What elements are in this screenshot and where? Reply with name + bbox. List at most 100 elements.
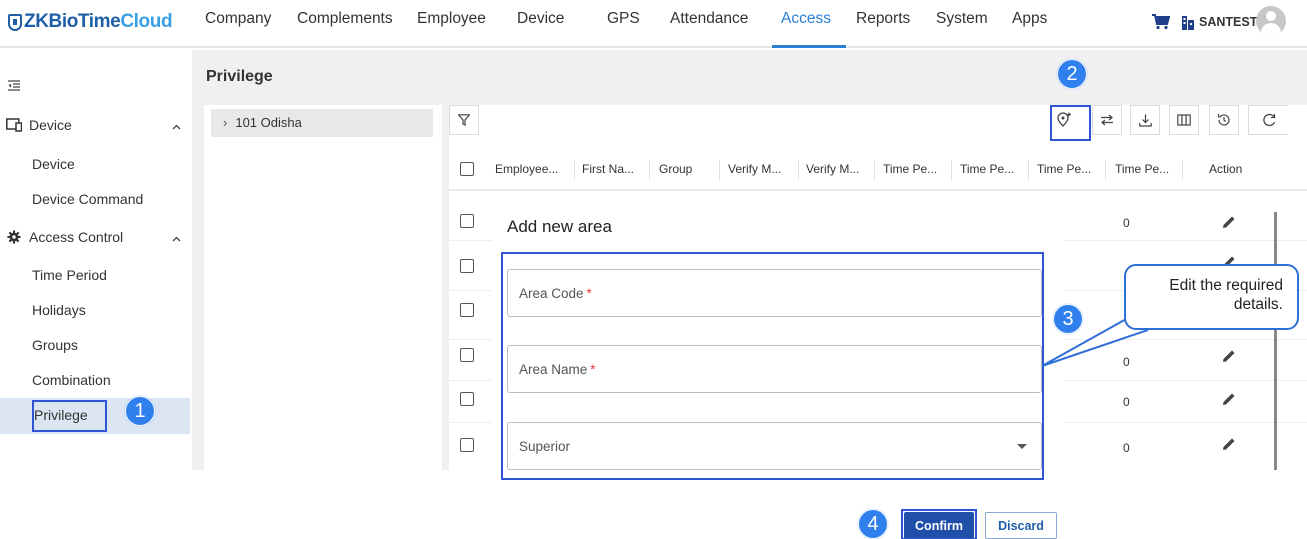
column-header[interactable]: Time Pe...	[960, 162, 1014, 176]
callout-box: Edit the required details.	[1124, 264, 1299, 330]
row-checkbox[interactable]	[460, 259, 474, 273]
nav-employee[interactable]: Employee	[417, 10, 486, 28]
device-icon	[6, 118, 22, 132]
organization-icon	[1182, 16, 1194, 30]
history-button[interactable]	[1209, 105, 1239, 135]
page-title: Privilege	[206, 68, 273, 85]
column-separator	[719, 160, 720, 180]
select-all-checkbox[interactable]	[460, 162, 474, 176]
download-icon	[1138, 114, 1152, 127]
column-header[interactable]: Time Pe...	[883, 162, 937, 176]
logo-text-main: ZKBioTime	[24, 11, 121, 32]
column-separator	[1105, 160, 1106, 180]
nav-company[interactable]: Company	[205, 10, 271, 28]
column-separator	[951, 160, 952, 180]
logo-shield-icon	[8, 13, 22, 31]
sidebar-item-holidays[interactable]: Holidays	[32, 302, 86, 318]
highlight-add-area	[1050, 105, 1091, 141]
cart-icon[interactable]	[1152, 14, 1170, 30]
time-period-cell: 0	[1123, 395, 1130, 409]
sidebar-item-groups[interactable]: Groups	[32, 337, 78, 353]
nav-apps[interactable]: Apps	[1012, 10, 1047, 28]
nav-reports[interactable]: Reports	[856, 10, 910, 28]
column-header[interactable]: Verify M...	[806, 162, 859, 176]
nav-gps[interactable]: GPS	[607, 10, 640, 28]
transfer-button[interactable]	[1092, 105, 1122, 135]
highlight-form-fields	[501, 252, 1044, 480]
nav-access[interactable]: Access	[781, 10, 831, 28]
row-checkbox[interactable]	[460, 303, 474, 317]
edit-icon[interactable]	[1222, 437, 1236, 451]
columns-button[interactable]	[1169, 105, 1199, 135]
column-separator	[574, 160, 575, 180]
refresh-button[interactable]	[1248, 105, 1288, 135]
download-button[interactable]	[1130, 105, 1160, 135]
table-scrollbar[interactable]	[1274, 212, 1277, 470]
nav-system[interactable]: System	[936, 10, 988, 28]
sidebar-item-device-command[interactable]: Device Command	[32, 191, 143, 207]
active-nav-indicator	[772, 45, 846, 48]
row-checkbox[interactable]	[460, 348, 474, 362]
column-header[interactable]: Verify M...	[728, 162, 781, 176]
column-header[interactable]: Time Pe...	[1115, 162, 1169, 176]
column-header[interactable]: Group	[659, 162, 692, 176]
sidebar-group-device[interactable]: Device	[6, 117, 72, 133]
row-checkbox[interactable]	[460, 392, 474, 406]
history-icon	[1217, 114, 1230, 126]
time-period-cell: 0	[1123, 441, 1130, 455]
sidebar-item-device[interactable]: Device	[32, 156, 75, 172]
refresh-icon	[1262, 113, 1275, 127]
highlight-confirm	[901, 509, 977, 539]
logo-text-accent: Cloud	[120, 11, 173, 32]
row-checkbox[interactable]	[460, 438, 474, 452]
area-tree-panel: › 101 Odisha	[204, 105, 442, 470]
step-3-badge: 3	[1053, 304, 1083, 334]
filter-icon	[458, 114, 470, 126]
edit-icon[interactable]	[1222, 392, 1236, 406]
sidebar-group-label: Access Control	[29, 229, 124, 245]
row-divider	[449, 190, 1307, 191]
user-avatar-icon[interactable]	[1256, 6, 1286, 36]
column-header[interactable]: Employee...	[495, 162, 558, 176]
column-header[interactable]: Time Pe...	[1037, 162, 1091, 176]
tree-node[interactable]: › 101 Odisha	[211, 109, 433, 137]
column-separator	[874, 160, 875, 180]
table-header: Employee... First Na... Group Verify M..…	[449, 150, 1307, 190]
edit-icon[interactable]	[1222, 215, 1236, 229]
collapse-sidebar-icon[interactable]	[8, 80, 20, 92]
highlight-privilege	[32, 400, 107, 432]
gear-icon	[7, 230, 21, 244]
step-4-badge: 4	[858, 509, 888, 539]
column-separator	[798, 160, 799, 180]
step-2-badge: 2	[1057, 59, 1087, 89]
sidebar-item-combination[interactable]: Combination	[32, 372, 111, 388]
sidebar-group-label: Device	[29, 117, 72, 133]
column-separator	[1028, 160, 1029, 180]
chevron-up-icon[interactable]	[172, 123, 181, 132]
columns-icon	[1177, 114, 1191, 126]
nav-complements[interactable]: Complements	[297, 10, 393, 28]
time-period-cell: 0	[1123, 216, 1130, 230]
edit-icon[interactable]	[1222, 349, 1236, 363]
sidebar-item-time-period[interactable]: Time Period	[32, 267, 107, 283]
discard-button[interactable]: Discard	[985, 512, 1057, 539]
dialog-title: Add new area	[507, 217, 612, 236]
column-header[interactable]: First Na...	[582, 162, 634, 176]
transfer-icon	[1101, 114, 1113, 126]
sidebar-group-access-control[interactable]: Access Control	[6, 229, 123, 245]
nav-attendance[interactable]: Attendance	[670, 10, 748, 28]
row-checkbox[interactable]	[460, 214, 474, 228]
sidebar: Device Device Device Command Access Cont…	[0, 50, 190, 539]
top-navigation-bar: ZKBioTime Cloud Company Complements Emplo…	[0, 0, 1307, 48]
nav-device[interactable]: Device	[517, 10, 564, 28]
tree-node-label: 101 Odisha	[235, 115, 302, 130]
column-separator	[1182, 160, 1183, 180]
column-separator	[649, 160, 650, 180]
step-1-badge: 1	[125, 396, 155, 426]
organization-label[interactable]: SANTEST	[1199, 15, 1257, 29]
chevron-right-icon[interactable]: ›	[223, 115, 227, 130]
chevron-up-icon[interactable]	[172, 235, 181, 244]
column-header-action: Action	[1209, 162, 1243, 176]
filter-button[interactable]	[449, 105, 479, 135]
app-logo[interactable]: ZKBioTime Cloud	[8, 9, 173, 35]
